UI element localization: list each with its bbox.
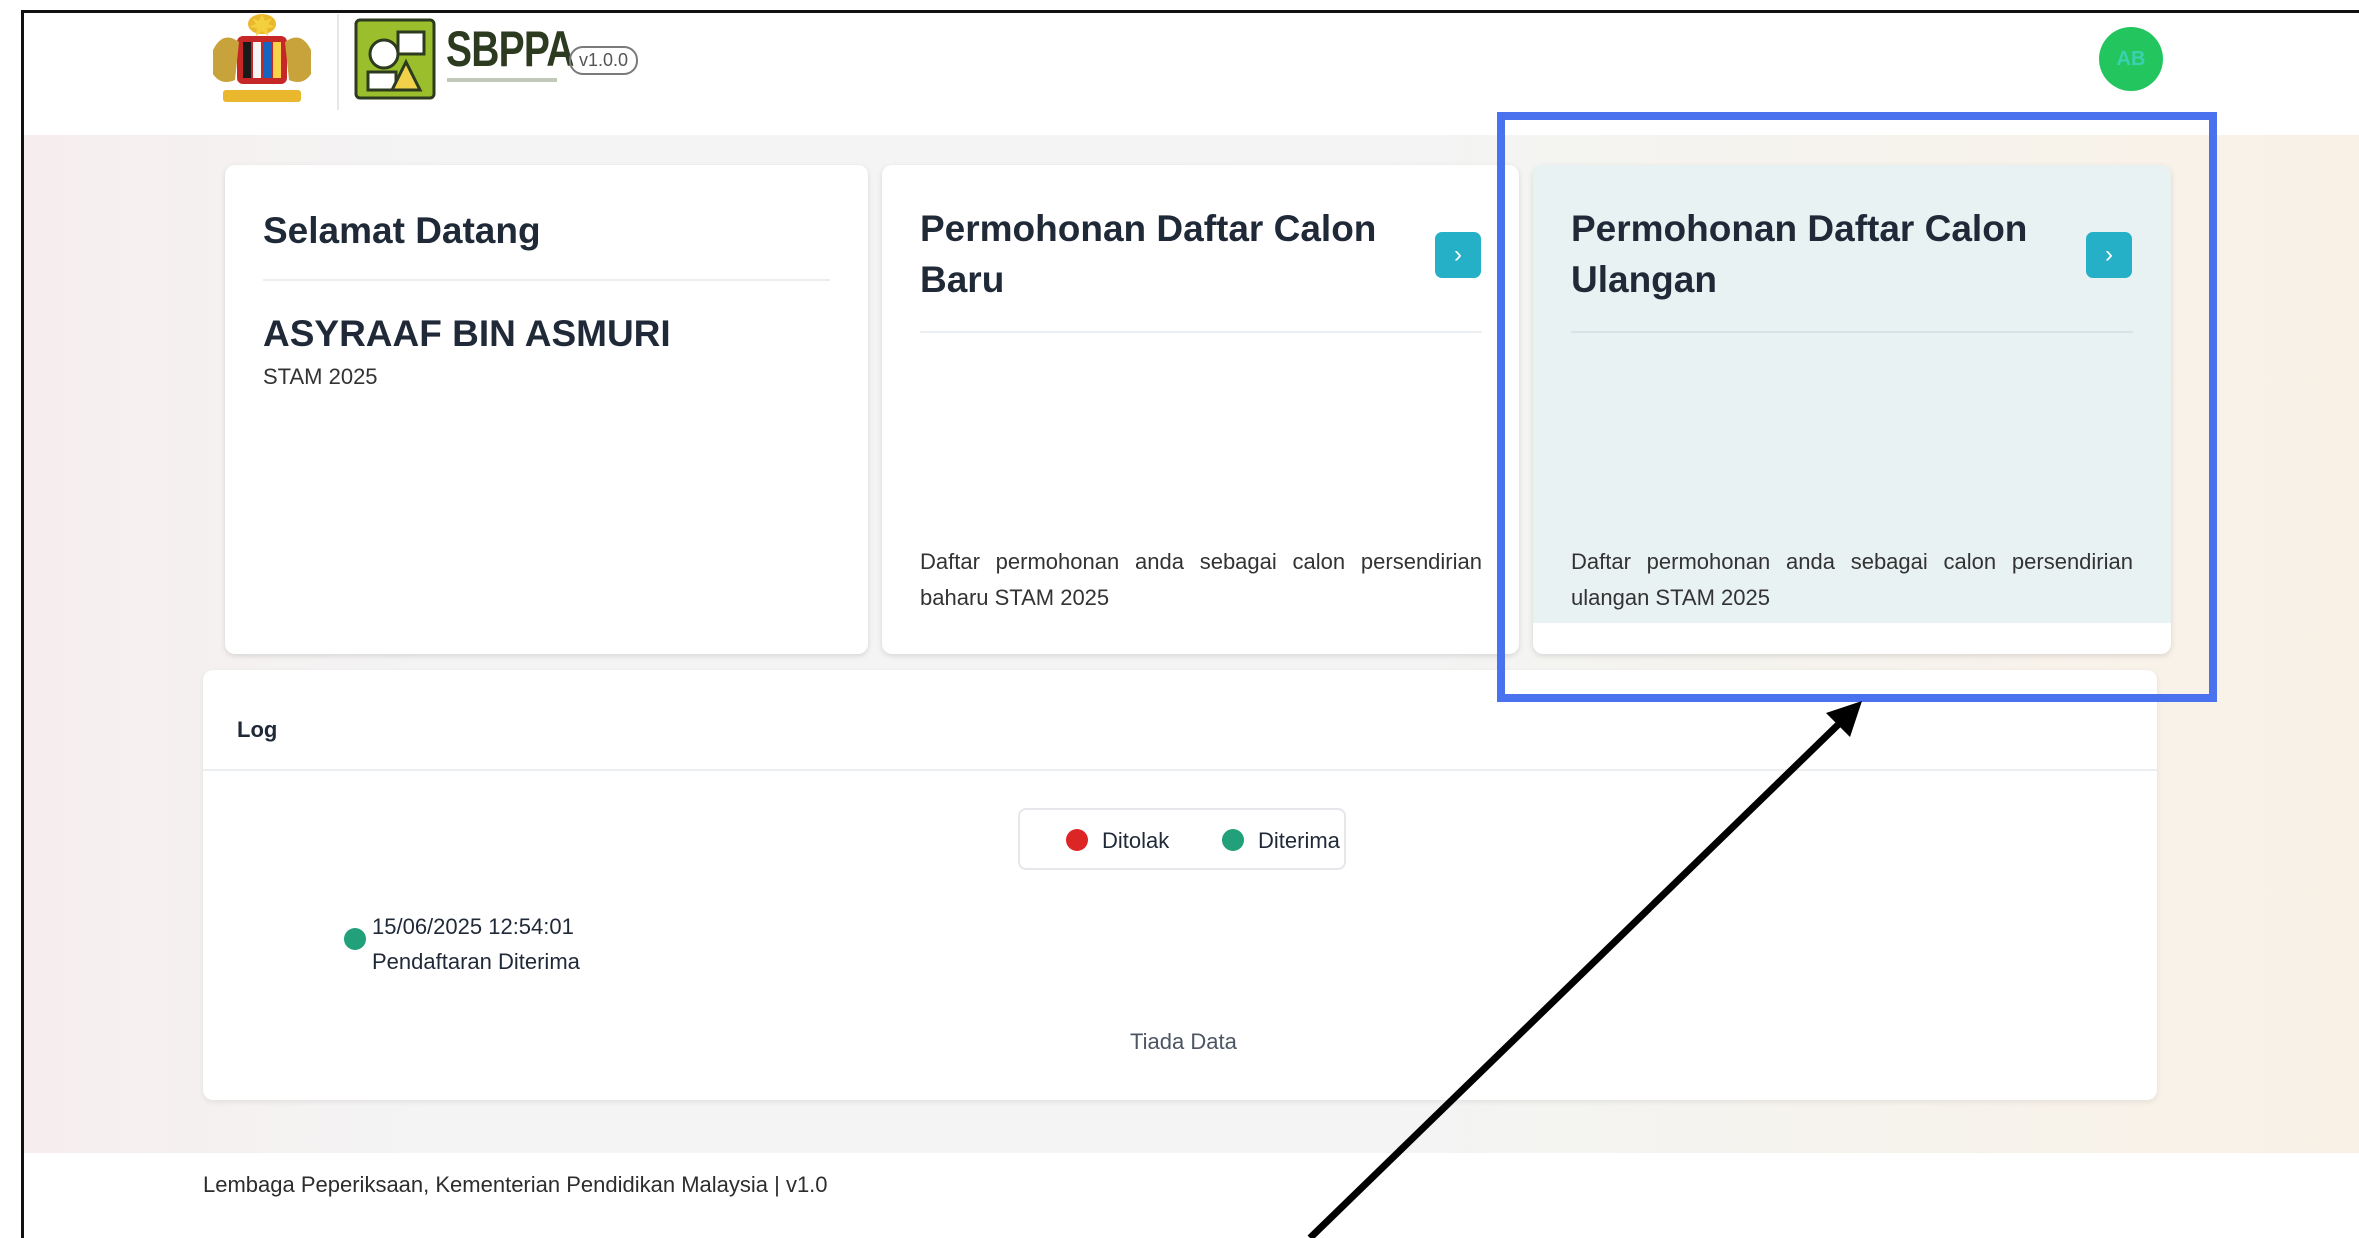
highlight-box <box>1497 112 2217 702</box>
legend-accepted-dot <box>1222 829 1244 851</box>
log-entry-status-dot <box>344 928 366 950</box>
coat-of-arms-logo <box>213 14 311 102</box>
log-title: Log <box>237 717 278 742</box>
footer-text: Lembaga Peperiksaan, Kementerian Pendidi… <box>203 1172 828 1197</box>
log-entry-status: Pendaftaran Diterima <box>372 949 580 974</box>
user-avatar[interactable]: AB <box>2099 27 2163 91</box>
brand-name: SBPPA <box>446 21 574 77</box>
header-divider <box>337 14 339 110</box>
chevron-right-icon: › <box>1454 241 1462 268</box>
exam-label: STAM 2025 <box>263 364 378 389</box>
welcome-heading: Selamat Datang <box>263 210 541 251</box>
legend-accepted-label: Diterima <box>1258 828 1340 853</box>
version-badge: v1.0.0 <box>569 46 639 75</box>
new-card-divider <box>920 331 1482 333</box>
legend-rejected-dot <box>1066 829 1088 851</box>
sbppa-emblem-logo <box>354 18 436 100</box>
user-name: ASYRAAF BIN ASMURI <box>263 313 671 354</box>
legend-rejected-label: Ditolak <box>1102 828 1170 853</box>
brand-tagline <box>447 78 557 82</box>
new-card-title-line2: Baru <box>920 259 1005 300</box>
welcome-divider <box>263 279 830 281</box>
log-legend: Ditolak Diterima <box>1018 808 1346 870</box>
log-divider <box>203 769 2157 771</box>
new-card-title-line1: Permohonan Daftar Calon <box>920 208 1377 249</box>
new-card-description: Daftar permohonan anda sebagai calon per… <box>920 549 1482 610</box>
log-entry-datetime: 15/06/2025 12:54:01 <box>372 914 574 939</box>
log-empty-text: Tiada Data <box>1130 1029 1237 1054</box>
new-card-open-button[interactable]: › <box>1435 232 1481 278</box>
